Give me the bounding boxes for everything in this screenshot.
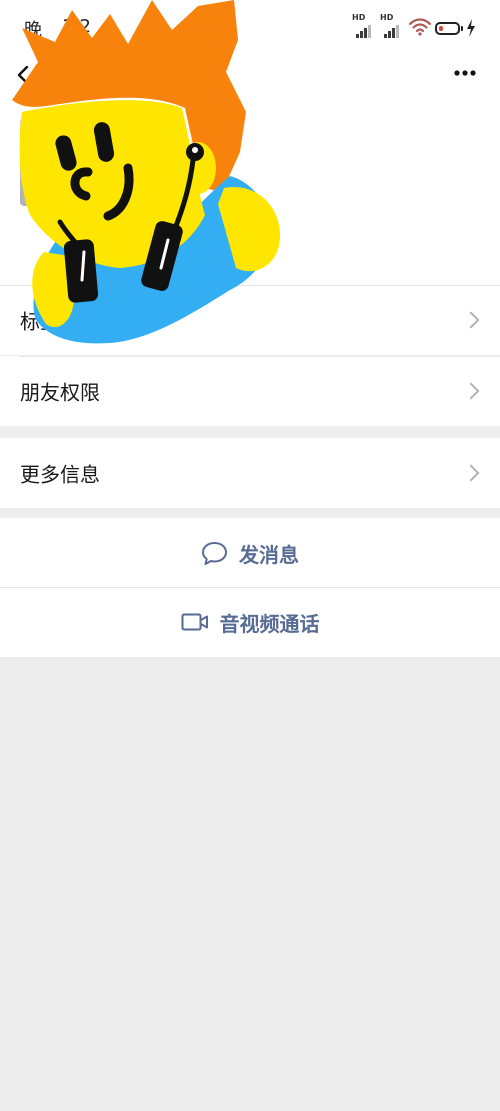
video-call-icon — [181, 613, 208, 631]
row-more-info-label: 更多信息 — [20, 462, 100, 487]
contact-profile-screen: 晚 1:2 HD HD 标签 朋友权限 更多信息 发消息 音视频通话 — [0, 0, 500, 1111]
battery-level-fill — [439, 26, 443, 31]
status-time-fragment-2: 1:2 — [62, 16, 91, 37]
send-message-label: 发消息 — [239, 542, 299, 567]
signal-2-hd-label: HD — [380, 13, 394, 22]
divider — [0, 285, 500, 286]
chevron-left-icon[interactable] — [14, 64, 34, 86]
lightning-bolt-icon — [467, 19, 475, 37]
battery-nub — [461, 26, 463, 31]
cell-signal-2-icon: HD — [380, 14, 402, 38]
video-call-button[interactable]: 音视频通话 — [0, 587, 500, 657]
signal-1-hd-label: HD — [352, 13, 366, 22]
battery-icon — [435, 22, 460, 35]
avatar[interactable] — [20, 118, 102, 206]
row-tags-label: 标签 — [20, 309, 60, 334]
row-tags[interactable]: 标签 — [0, 285, 500, 355]
row-friend-permissions[interactable]: 朋友权限 — [0, 356, 500, 426]
chat-bubble-icon — [202, 541, 227, 565]
row-more-info[interactable]: 更多信息 — [0, 438, 500, 508]
divider — [20, 356, 500, 357]
chevron-right-icon — [462, 382, 480, 400]
more-dots-icon[interactable] — [452, 66, 478, 80]
cell-signal-1-icon: HD — [352, 14, 374, 38]
wifi-icon — [408, 18, 432, 36]
send-message-button[interactable]: 发消息 — [0, 518, 500, 588]
video-call-label: 音视频通话 — [219, 611, 320, 636]
row-friend-permissions-label: 朋友权限 — [20, 380, 100, 405]
chevron-right-icon — [462, 311, 480, 329]
status-time-fragment-1: 晚 — [24, 20, 42, 41]
chevron-right-icon — [462, 464, 480, 482]
